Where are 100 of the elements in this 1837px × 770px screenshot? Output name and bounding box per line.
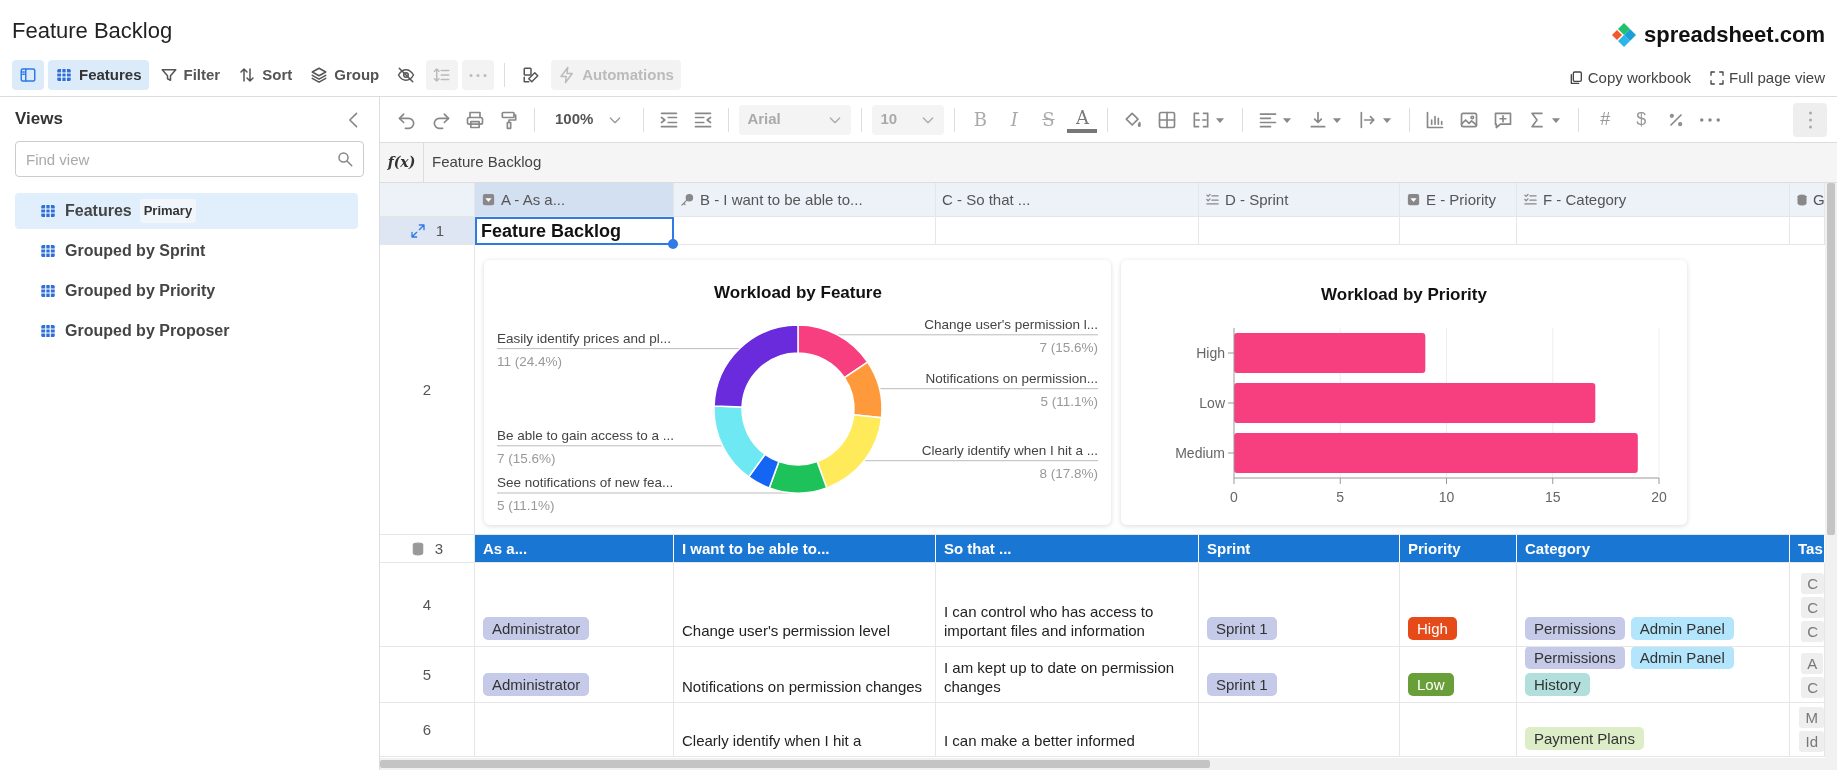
corner-cell[interactable]	[380, 183, 475, 217]
column-header[interactable]: A - As a...	[475, 183, 674, 217]
formula-field[interactable]: Feature Backlog	[424, 143, 542, 182]
sort-button[interactable]: Sort	[231, 60, 300, 90]
tag: History	[1525, 673, 1590, 696]
sort-icon	[238, 66, 257, 84]
view-item[interactable]: Features Primary	[15, 193, 358, 229]
checklist-icon	[1523, 192, 1538, 207]
row-header[interactable]: 6	[380, 703, 475, 757]
table-icon	[39, 282, 57, 300]
column-header[interactable]: D - Sprint	[1199, 183, 1400, 217]
tag: Id	[1799, 731, 1824, 752]
bar-chart-icon	[1425, 109, 1446, 130]
scrollbar[interactable]	[380, 758, 1837, 770]
view-item[interactable]: Grouped by Sprint	[15, 233, 358, 269]
tag: Permissions	[1525, 617, 1625, 640]
axis-label: Medium	[1175, 445, 1225, 461]
tag: Admin Panel	[1630, 647, 1734, 669]
scrollbar-thumb[interactable]	[380, 760, 1210, 768]
fullscreen-icon	[1709, 70, 1726, 87]
tag: Sprint 1	[1207, 617, 1277, 640]
row-height-icon	[433, 66, 452, 84]
table-cell: I can control who has access to important files and information	[936, 563, 1199, 647]
column-header[interactable]: B - I want to be able to...	[674, 183, 936, 217]
chart-title: Workload by Priority	[1321, 285, 1487, 304]
zoom-select[interactable]: 100%	[545, 108, 634, 131]
slice-label: Clearly identify when I hit a ...	[921, 442, 1098, 458]
copy-workbook-link[interactable]: Copy workbook	[1567, 67, 1692, 90]
axis-label: High	[1196, 345, 1225, 361]
dropdown-icon	[481, 192, 496, 207]
tag: M	[1799, 707, 1824, 728]
key-icon	[680, 192, 695, 207]
printer-icon	[465, 109, 485, 130]
group-button[interactable]: Group	[303, 60, 387, 90]
slice-label: See notifications of new fea...	[497, 475, 674, 490]
layers-icon	[310, 66, 329, 84]
scrollbar[interactable]	[1825, 183, 1837, 758]
tag: Sprint 1	[1207, 673, 1277, 696]
view-label: Features	[65, 201, 132, 221]
view-item[interactable]: Grouped by Proposer	[15, 313, 358, 349]
slice-value: 7 (15.6%)	[1039, 339, 1098, 355]
full-page-view-link[interactable]: Full page view	[1709, 67, 1825, 90]
paint-icon	[522, 66, 541, 84]
table-cell: Notifications on permission changes	[674, 647, 936, 703]
sidebar-icon	[19, 66, 37, 84]
slice-label: Notifications on permission...	[925, 370, 1098, 386]
font-color-button[interactable]: A	[1067, 106, 1098, 133]
filter-icon	[159, 66, 178, 84]
slice-value: 5 (11.1%)	[1040, 393, 1098, 409]
row-header[interactable]: 2	[380, 245, 475, 535]
primary-badge: Primary	[139, 199, 197, 223]
table-cell: I am kept up to date on permission changes	[936, 647, 1199, 703]
row-header[interactable]: 5	[380, 647, 475, 703]
more-icon	[469, 73, 488, 77]
checklist-icon	[1205, 192, 1220, 207]
tag: C	[1801, 573, 1824, 594]
slice-label: Change user's permission l...	[924, 316, 1098, 332]
tag: Admin Panel	[1630, 617, 1734, 640]
chart-title: Workload by Feature	[714, 283, 882, 302]
slice-value: 5 (11.1%)	[497, 498, 555, 513]
table-header-cell: As a...	[475, 535, 674, 563]
column-header[interactable]: C - So that ...	[936, 183, 1199, 217]
table-icon	[39, 242, 57, 260]
axis-label: Low	[1199, 395, 1225, 411]
view-button[interactable]: Features	[48, 60, 149, 90]
row-number: 2	[422, 380, 432, 399]
slice-label: Easily identify prices and pl...	[497, 330, 672, 346]
table-header-cell: Tas	[1790, 535, 1825, 563]
tag: High	[1408, 617, 1457, 640]
table-icon	[55, 66, 73, 84]
column-header[interactable]: F - Category	[1517, 183, 1790, 217]
table-header-cell: Priority	[1400, 535, 1517, 563]
search-icon	[336, 150, 354, 168]
table-cell: Clearly identify when I hit a	[674, 703, 936, 757]
view-item[interactable]: Grouped by Priority	[15, 273, 358, 309]
row-header[interactable]: 4	[380, 563, 475, 647]
row-header[interactable]: 3	[380, 535, 475, 563]
fill-handle[interactable]	[668, 239, 678, 249]
slice-value: 7 (15.6%)	[497, 450, 556, 466]
table-header-cell: Category	[1517, 535, 1790, 563]
sidebar-toggle-button[interactable]	[12, 60, 44, 90]
search-field[interactable]: Find view	[15, 141, 364, 177]
dropdown-icon	[1406, 192, 1421, 207]
table-header-cell: I want to be able to...	[674, 535, 936, 563]
table-icon	[39, 202, 57, 220]
axis-label: 5	[1336, 489, 1345, 505]
column-header[interactable]: G	[1790, 183, 1825, 217]
slice-value: 11 (24.4%)	[497, 353, 563, 369]
paint-roller-icon	[499, 109, 519, 130]
row-number: 3	[434, 539, 444, 558]
kebab-icon	[1808, 110, 1812, 129]
filter-button[interactable]: Filter	[152, 60, 228, 90]
tag: Permissions	[1525, 647, 1625, 669]
tag: A	[1801, 653, 1824, 674]
tag: C	[1801, 597, 1824, 618]
column-header[interactable]: E - Priority	[1400, 183, 1517, 217]
borders-icon	[1157, 109, 1178, 130]
row-header[interactable]: 1	[380, 217, 475, 245]
scrollbar-thumb[interactable]	[1827, 183, 1835, 535]
function-label: f(x)	[380, 143, 424, 182]
